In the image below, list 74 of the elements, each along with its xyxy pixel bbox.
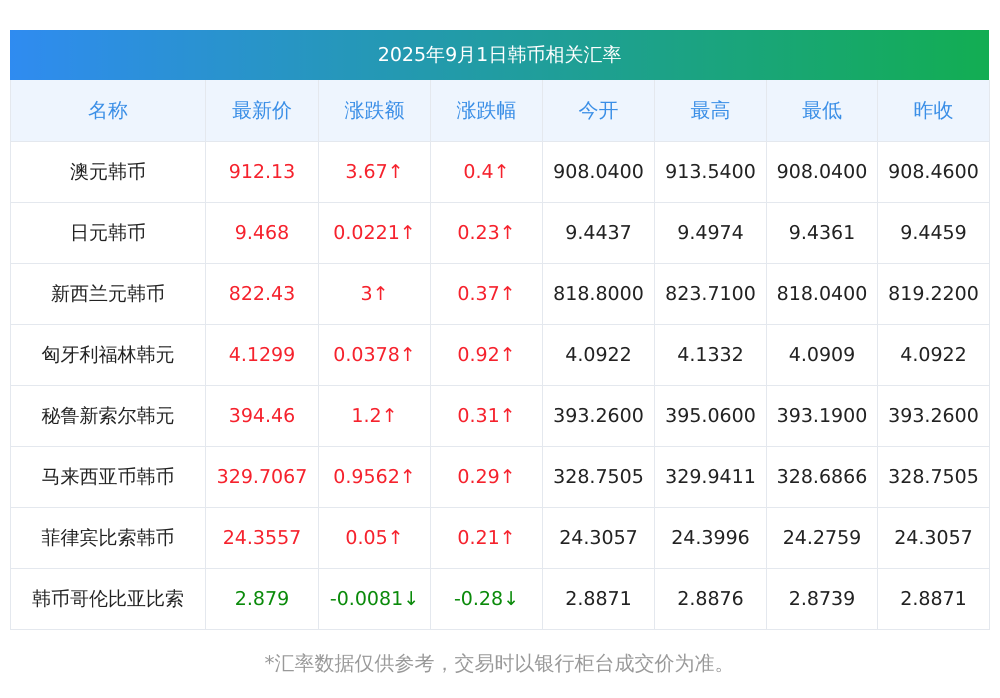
column-header: 今开 (543, 80, 655, 142)
table-cell: 0.92↑ (431, 325, 543, 386)
table-cell: 4.1332 (655, 325, 767, 386)
currency-pair-name: 菲律宾比索韩币 (11, 508, 206, 569)
table-cell: 0.0221↑ (319, 203, 431, 264)
table-cell: 328.6866 (767, 447, 878, 508)
currency-pair-name: 秘鲁新索尔韩元 (11, 386, 206, 447)
table-cell: 0.4↑ (431, 142, 543, 203)
table-cell: 24.3557 (206, 508, 319, 569)
table-cell: 3↑ (319, 264, 431, 325)
table-cell: 393.2600 (543, 386, 655, 447)
currency-pair-name: 新西兰元韩币 (11, 264, 206, 325)
table-cell: 908.0400 (767, 142, 878, 203)
table-cell: 818.0400 (767, 264, 878, 325)
table-cell: 329.7067 (206, 447, 319, 508)
table-cell: 2.8871 (878, 569, 990, 630)
table-cell: 395.0600 (655, 386, 767, 447)
table-cell: 24.3057 (878, 508, 990, 569)
currency-pair-name: 日元韩币 (11, 203, 206, 264)
table-cell: 0.23↑ (431, 203, 543, 264)
footnote: *汇率数据仅供参考，交易时以银行柜台成交价为准。 (264, 650, 736, 677)
currency-pair-name: 澳元韩币 (11, 142, 206, 203)
currency-pair-name: 马来西亚币韩币 (11, 447, 206, 508)
table-cell: 818.8000 (543, 264, 655, 325)
table-cell: 0.9562↑ (319, 447, 431, 508)
table-cell: 9.4437 (543, 203, 655, 264)
table-cell: 4.0909 (767, 325, 878, 386)
table-cell: 0.05↑ (319, 508, 431, 569)
table-cell: 9.4974 (655, 203, 767, 264)
table-cell: 2.8871 (543, 569, 655, 630)
table-cell: 908.4600 (878, 142, 990, 203)
table-cell: 4.0922 (543, 325, 655, 386)
table-cell: 24.2759 (767, 508, 878, 569)
table-cell: 823.7100 (655, 264, 767, 325)
column-header: 名称 (11, 80, 206, 142)
table-cell: 0.37↑ (431, 264, 543, 325)
table-cell: 9.4361 (767, 203, 878, 264)
table-cell: 328.7505 (878, 447, 990, 508)
table-cell: 0.29↑ (431, 447, 543, 508)
column-header: 涨跌额 (319, 80, 431, 142)
table-cell: 0.0378↑ (319, 325, 431, 386)
column-header: 涨跌幅 (431, 80, 543, 142)
column-header: 最高 (655, 80, 767, 142)
column-header: 最低 (767, 80, 878, 142)
table-cell: 394.46 (206, 386, 319, 447)
table-cell: 393.1900 (767, 386, 878, 447)
table-cell: 1.2↑ (319, 386, 431, 447)
table-title: 2025年9月1日韩币相关汇率 (10, 30, 989, 80)
column-header: 昨收 (878, 80, 990, 142)
currency-pair-name: 韩币哥伦比亚比索 (11, 569, 206, 630)
table-cell: 0.21↑ (431, 508, 543, 569)
table-cell: 24.3996 (655, 508, 767, 569)
table-cell: 9.468 (206, 203, 319, 264)
table-cell: 4.1299 (206, 325, 319, 386)
table-cell: 913.5400 (655, 142, 767, 203)
table-cell: 329.9411 (655, 447, 767, 508)
table-cell: 2.8739 (767, 569, 878, 630)
table-cell: 822.43 (206, 264, 319, 325)
table-cell: 4.0922 (878, 325, 990, 386)
table-cell: 9.4459 (878, 203, 990, 264)
currency-pair-name: 匈牙利福林韩元 (11, 325, 206, 386)
table-cell: 912.13 (206, 142, 319, 203)
column-header: 最新价 (206, 80, 319, 142)
table-cell: 0.31↑ (431, 386, 543, 447)
table-cell: 2.8876 (655, 569, 767, 630)
table-cell: 2.879 (206, 569, 319, 630)
table-cell: 328.7505 (543, 447, 655, 508)
table-cell: 24.3057 (543, 508, 655, 569)
table-cell: 908.0400 (543, 142, 655, 203)
table-cell: 3.67↑ (319, 142, 431, 203)
table-cell: -0.28↓ (431, 569, 543, 630)
table-cell: 393.2600 (878, 386, 990, 447)
table-cell: 819.2200 (878, 264, 990, 325)
table-cell: -0.0081↓ (319, 569, 431, 630)
